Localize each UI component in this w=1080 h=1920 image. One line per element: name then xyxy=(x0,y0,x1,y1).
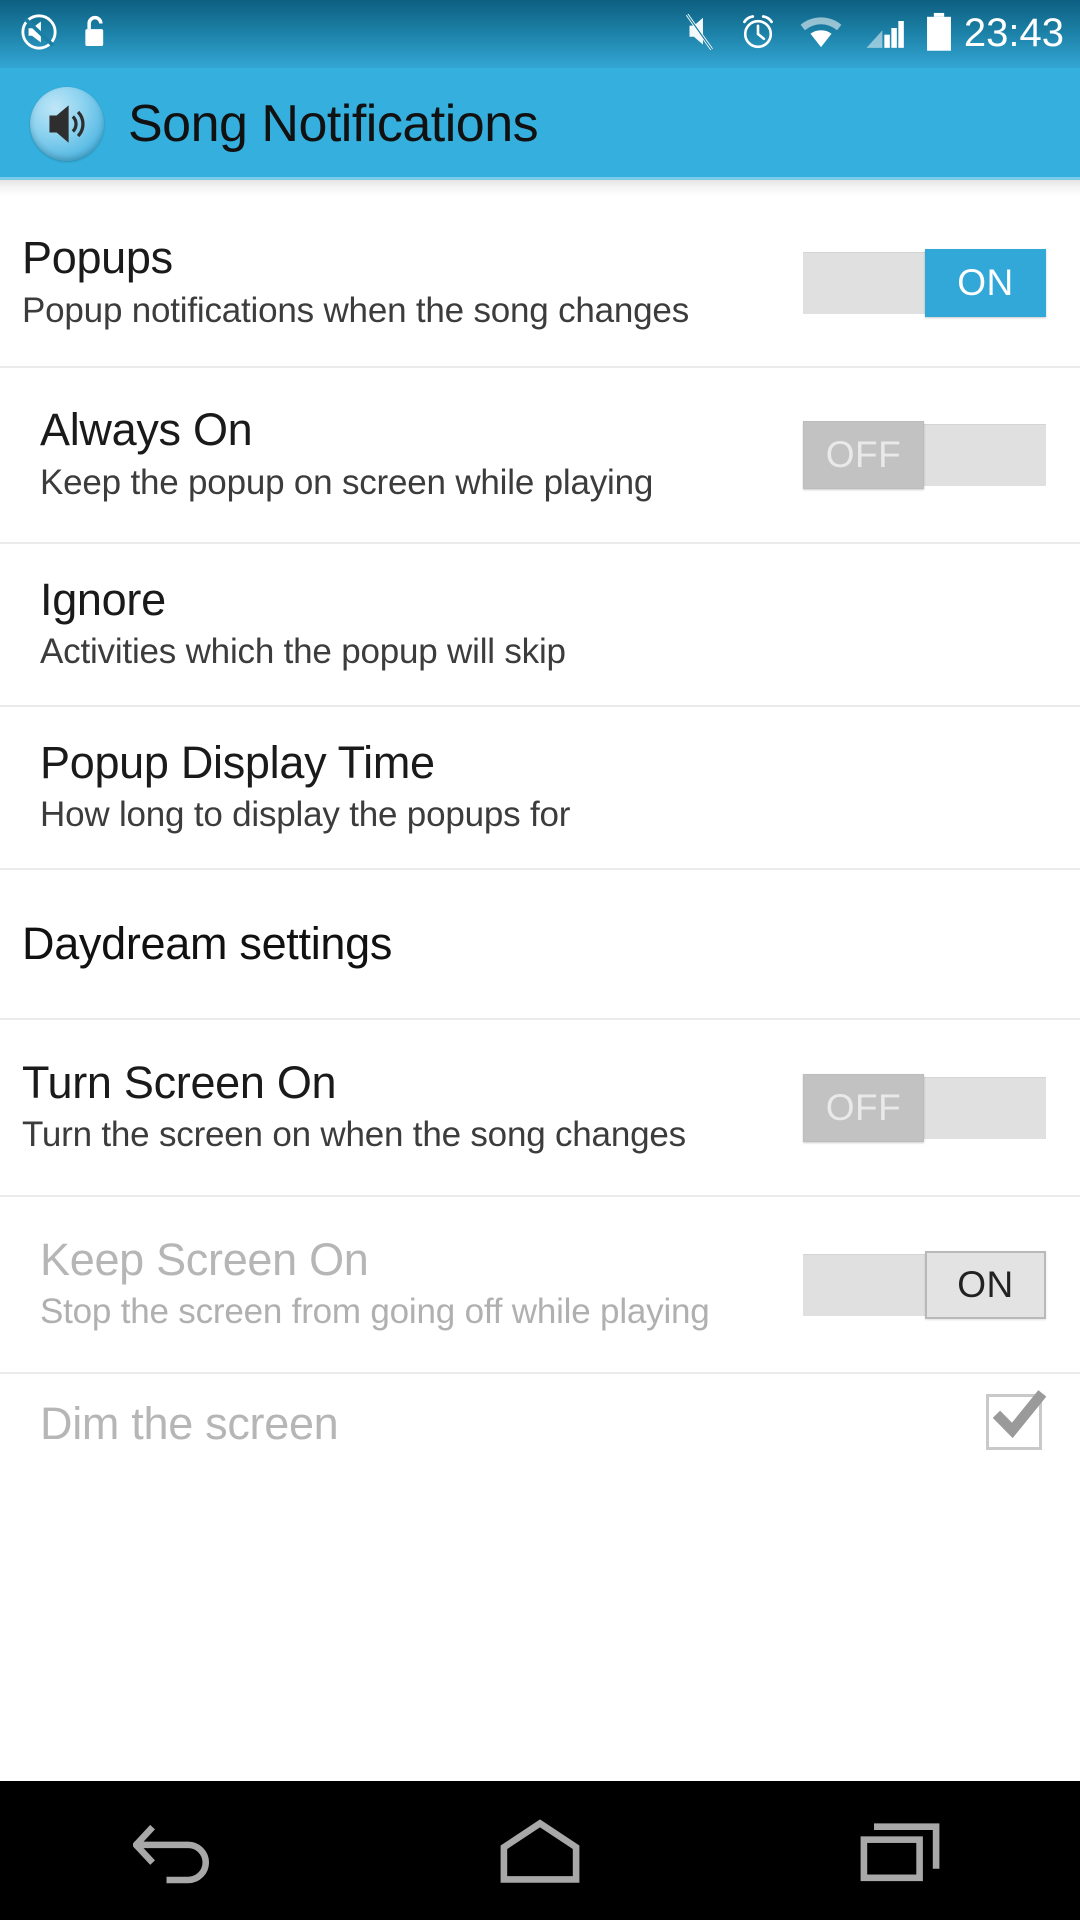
toggle-always-on[interactable]: OFF xyxy=(803,421,1046,489)
home-icon[interactable] xyxy=(360,1781,720,1920)
setting-title: Dim the screen xyxy=(40,1398,339,1450)
setting-row-keep-screen-on-text: Keep Screen On Stop the screen from goin… xyxy=(40,1236,803,1333)
ringer-silent-icon xyxy=(680,11,718,58)
speaker-icon xyxy=(30,87,104,161)
section-header-daydream-settings: Daydream settings xyxy=(0,870,1080,1020)
setting-row-ignore[interactable]: Ignore Activities which the popup will s… xyxy=(0,544,1080,707)
setting-row-always-on-control[interactable]: OFF xyxy=(803,421,1046,489)
wifi-icon xyxy=(798,13,844,56)
toggle-popups[interactable]: ON xyxy=(803,249,1046,317)
page-title: Song Notifications xyxy=(128,95,539,153)
app-bar: Song Notifications xyxy=(0,68,1080,180)
status-bar-right-icons xyxy=(680,11,954,58)
setting-title: Ignore xyxy=(40,573,166,625)
setting-title: Popup Display Time xyxy=(40,736,435,788)
toggle-knob: OFF xyxy=(803,421,924,489)
setting-subtitle: Stop the screen from going off while pla… xyxy=(40,1292,710,1332)
toggle-keep-screen-on: ON xyxy=(803,1250,1046,1319)
check-icon xyxy=(990,1388,1048,1451)
setting-row-always-on-text: Always On Keep the popup on screen while… xyxy=(40,406,803,503)
setting-row-keep-screen-on-control: ON xyxy=(803,1250,1046,1319)
status-bar: 23:43 xyxy=(0,0,1080,68)
setting-row-popups[interactable]: Popups Popup notifications when the song… xyxy=(0,196,1080,368)
battery-icon xyxy=(924,11,954,58)
toggle-knob: OFF xyxy=(803,1073,924,1142)
back-icon[interactable] xyxy=(0,1781,360,1920)
setting-subtitle: Activities which the popup will skip xyxy=(40,632,566,672)
checkbox-dim-the-screen xyxy=(986,1390,1047,1454)
setting-row-popup-display-time[interactable]: Popup Display Time How long to display t… xyxy=(0,707,1080,870)
setting-row-dim-the-screen-control xyxy=(986,1390,1047,1454)
toggle-knob: ON xyxy=(925,1250,1046,1319)
setting-row-always-on[interactable]: Always On Keep the popup on screen while… xyxy=(0,368,1080,544)
unlock-icon xyxy=(80,13,110,56)
setting-title: Always On xyxy=(40,404,253,456)
section-header-label: Daydream settings xyxy=(22,918,393,969)
setting-row-popups-control[interactable]: ON xyxy=(803,249,1046,317)
setting-row-turn-screen-on-control[interactable]: OFF xyxy=(803,1073,1046,1142)
setting-row-dim-the-screen-text: Dim the screen xyxy=(40,1398,986,1450)
alarm-clock-icon xyxy=(738,11,778,58)
status-bar-clock: 23:43 xyxy=(963,11,1064,55)
setting-row-popups-text: Popups Popup notifications when the song… xyxy=(22,234,803,331)
setting-subtitle: Turn the screen on when the song changes xyxy=(22,1115,686,1155)
list-top-shadow xyxy=(0,180,1080,196)
toggle-turn-screen-on[interactable]: OFF xyxy=(803,1073,1046,1142)
volume-muted-icon xyxy=(20,13,58,56)
setting-row-turn-screen-on-text: Turn Screen On Turn the screen on when t… xyxy=(22,1059,803,1156)
recent-apps-icon[interactable] xyxy=(720,1781,1080,1920)
settings-list[interactable]: Popups Popup notifications when the song… xyxy=(0,180,1080,1781)
setting-subtitle: How long to display the popups for xyxy=(40,795,571,835)
setting-title: Popups xyxy=(22,232,173,284)
setting-subtitle: Popup notifications when the song change… xyxy=(22,290,690,330)
android-navigation-bar[interactable] xyxy=(0,1781,1080,1920)
setting-title: Turn Screen On xyxy=(22,1056,337,1108)
setting-row-ignore-text: Ignore Activities which the popup will s… xyxy=(40,576,1046,673)
status-bar-left-icons xyxy=(20,13,110,56)
toggle-knob: ON xyxy=(925,249,1046,317)
setting-subtitle: Keep the popup on screen while playing xyxy=(40,462,654,502)
setting-row-dim-the-screen: Dim the screen xyxy=(0,1374,1080,1474)
cellular-signal-icon xyxy=(864,13,904,56)
setting-row-turn-screen-on[interactable]: Turn Screen On Turn the screen on when t… xyxy=(0,1020,1080,1197)
setting-row-keep-screen-on: Keep Screen On Stop the screen from goin… xyxy=(0,1197,1080,1374)
setting-row-popup-display-time-text: Popup Display Time How long to display t… xyxy=(40,739,1046,836)
setting-title: Keep Screen On xyxy=(40,1233,369,1285)
